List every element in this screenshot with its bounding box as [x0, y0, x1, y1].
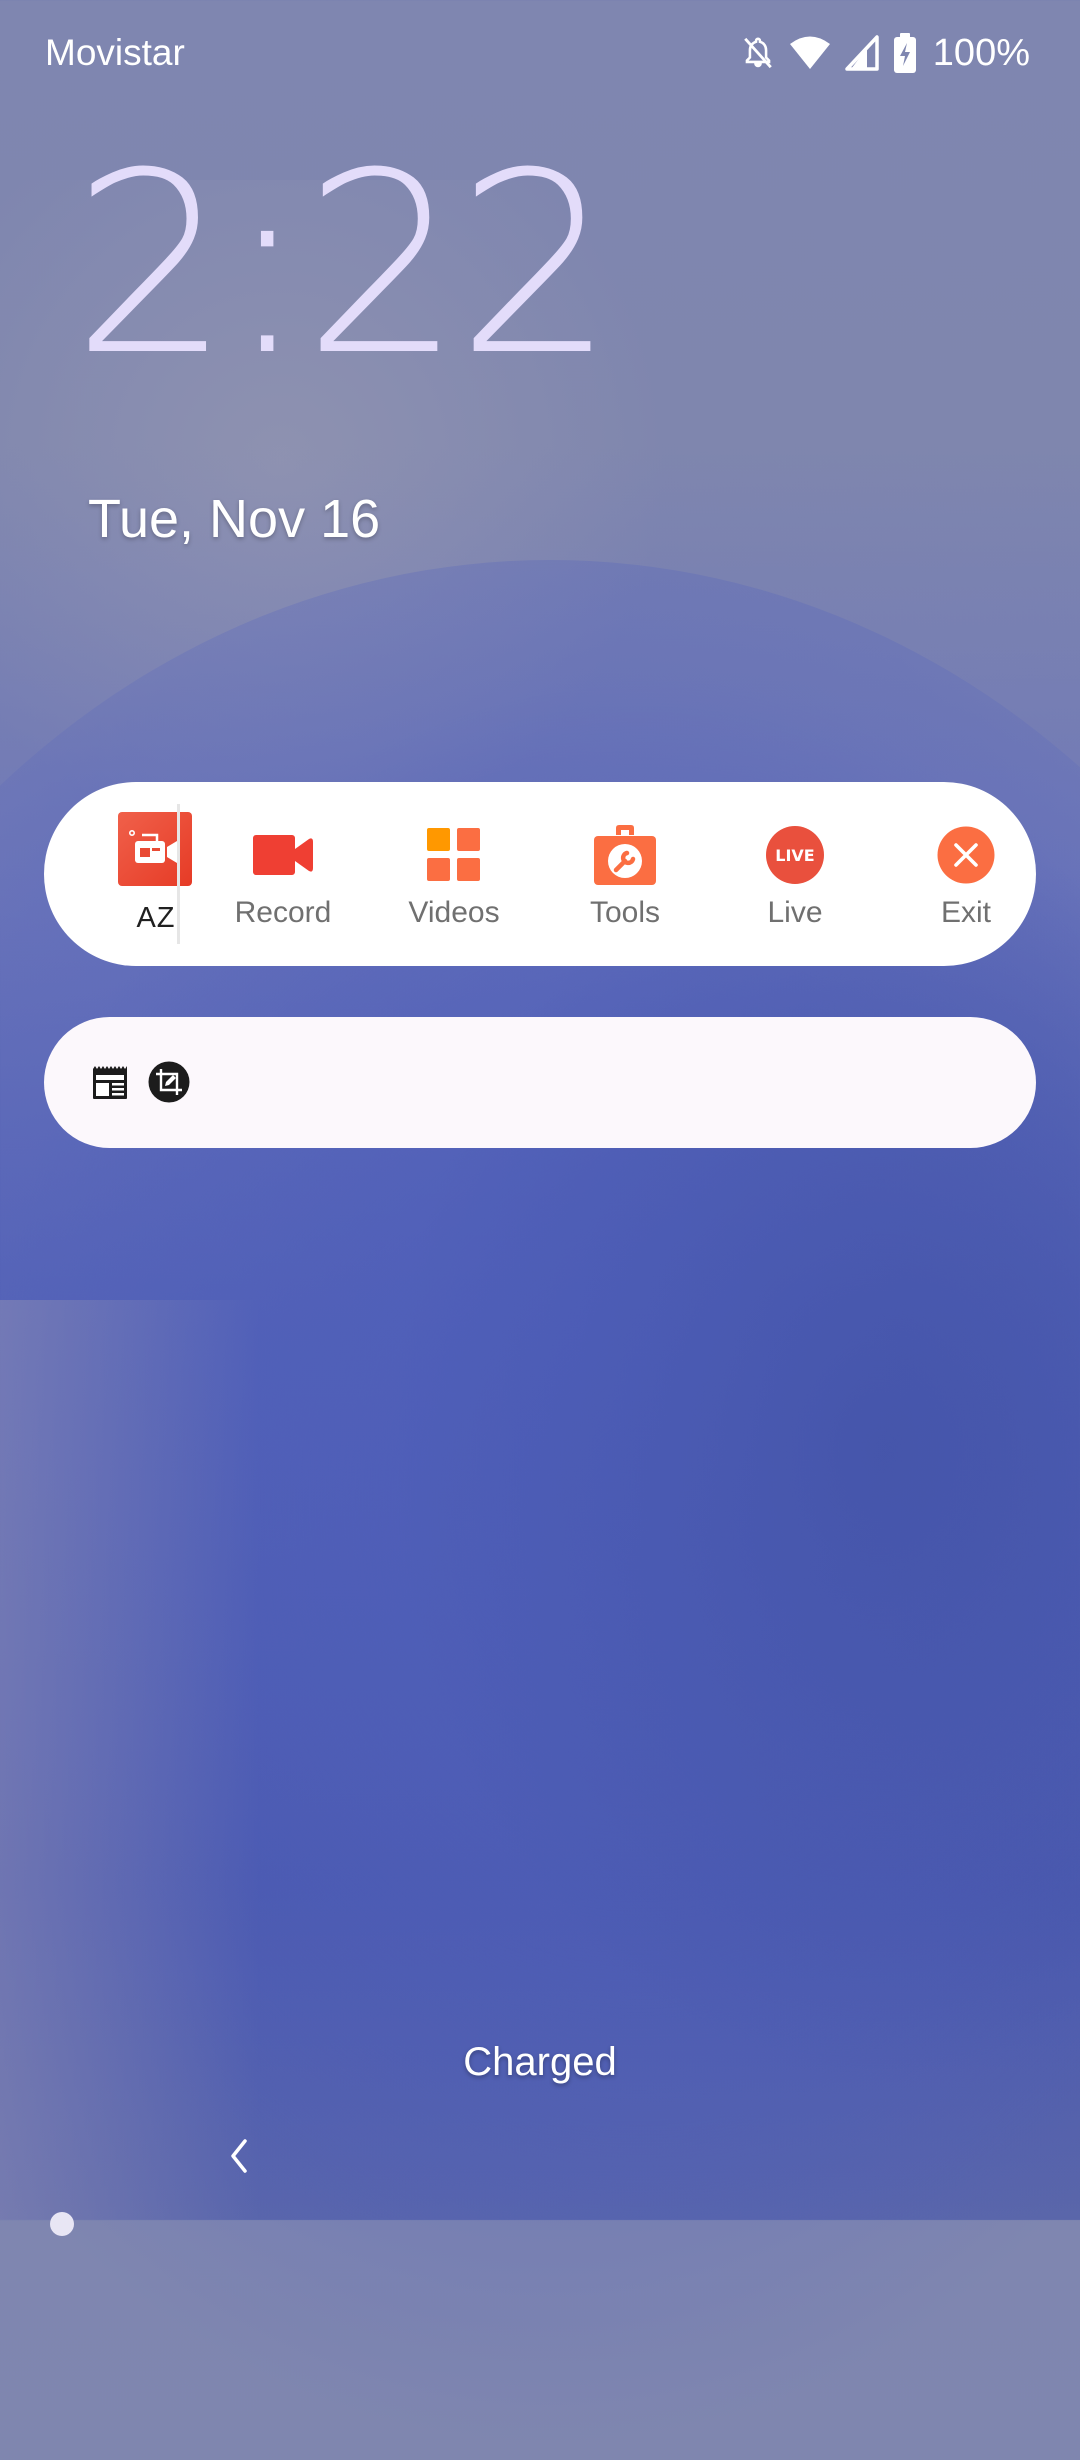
lockscreen-date[interactable]: Tue, Nov 16: [88, 488, 380, 550]
charging-status: Charged: [463, 2040, 617, 2084]
app-name: AZ: [136, 902, 176, 934]
chevron-left-icon[interactable]: [225, 2138, 255, 2179]
notifications-off-icon: [741, 34, 775, 72]
az-recorder-camera-icon: [118, 812, 192, 886]
wifi-icon: [789, 35, 831, 71]
close-circle-icon: [891, 824, 1041, 886]
videos-button[interactable]: Videos: [379, 824, 529, 930]
exit-button[interactable]: Exit: [891, 824, 1041, 930]
home-indicator[interactable]: [50, 2212, 74, 2236]
crop-edit-icon[interactable]: [148, 1061, 190, 1108]
battery-percent: 100%: [932, 31, 1030, 74]
record-button[interactable]: Record: [208, 824, 358, 930]
az-recorder-notification[interactable]: AZ Record Videos Tools LIVE Live Exit: [44, 782, 1036, 966]
tools-label: Tools: [589, 896, 661, 929]
screenshot-tools-notification[interactable]: [44, 1017, 1036, 1148]
record-label: Record: [234, 896, 332, 929]
tools-button[interactable]: Tools: [550, 824, 700, 930]
divider: [177, 804, 180, 944]
lockscreen-clock: 2:22: [72, 119, 615, 410]
live-button[interactable]: LIVE Live: [720, 824, 870, 930]
video-camera-icon: [208, 824, 358, 886]
grid-icon: [379, 824, 529, 886]
battery-charging-icon: [893, 33, 917, 73]
videos-label: Videos: [408, 896, 500, 929]
carrier-name: Movistar: [45, 32, 185, 73]
newspaper-icon[interactable]: [92, 1065, 128, 1104]
cellular-signal-icon: [845, 35, 879, 71]
exit-label: Exit: [940, 896, 991, 929]
status-bar: Movistar 100%: [0, 0, 1080, 110]
notification-actions: Record Videos Tools LIVE Live Exit: [199, 824, 1036, 934]
live-badge-text: LIVE: [775, 846, 814, 865]
status-icons: 100%: [741, 30, 1030, 76]
live-label: Live: [767, 896, 823, 929]
toolbox-wrench-icon: [550, 824, 700, 886]
app-header[interactable]: AZ: [118, 812, 194, 935]
live-badge-icon: LIVE: [720, 824, 870, 886]
